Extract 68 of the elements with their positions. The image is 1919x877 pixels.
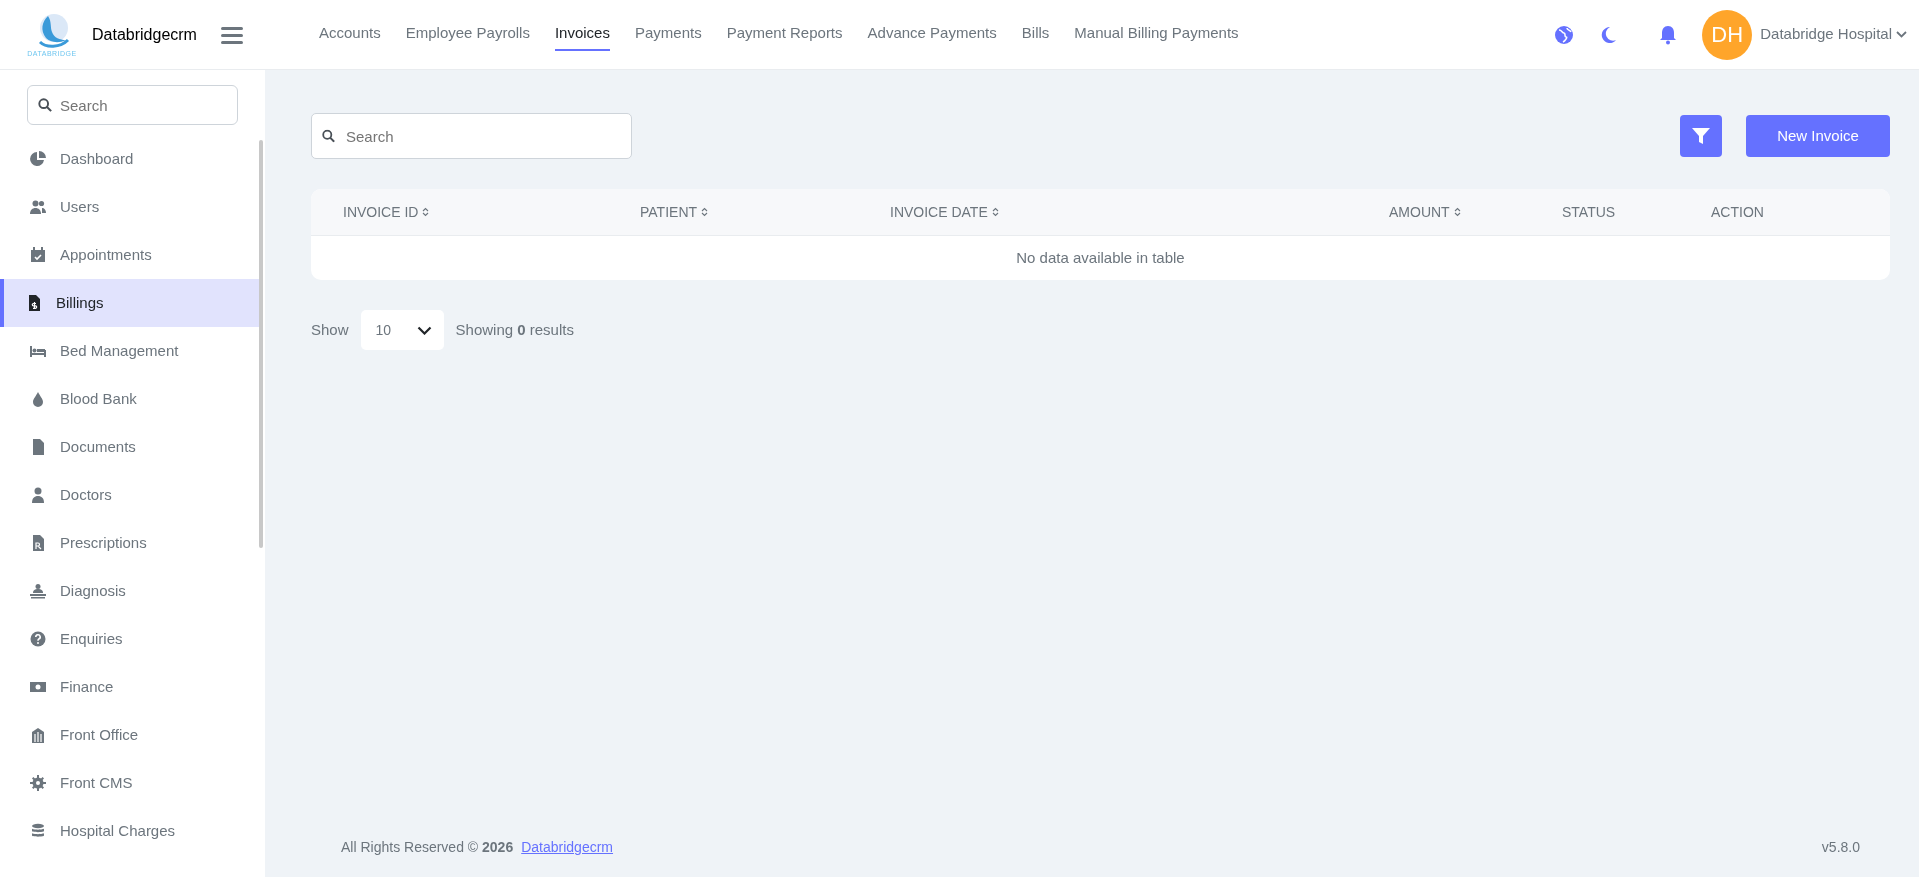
nav-tab[interactable]: Employee Payrolls	[405, 18, 530, 51]
sidebar-item[interactable]: Bed Management	[0, 327, 259, 375]
sidebar-item[interactable]: Enquiries	[0, 615, 259, 663]
column-header[interactable]: INVOICE ID	[343, 201, 419, 223]
users-icon	[30, 199, 46, 215]
sidebar-item[interactable]: Finance	[0, 663, 259, 711]
sidebar-item[interactable]: Appointments	[0, 231, 259, 279]
building-icon	[30, 727, 46, 743]
cash-icon	[30, 679, 46, 695]
filter-icon	[1692, 127, 1710, 145]
filter-button[interactable]	[1680, 115, 1722, 157]
show-label: Show	[311, 319, 349, 340]
globe-icon[interactable]	[1554, 24, 1575, 45]
sort-icon[interactable]	[701, 207, 709, 217]
patient-icon	[30, 583, 46, 599]
nav-tab[interactable]: Accounts	[319, 18, 381, 51]
column-header: ACTION	[1711, 202, 1764, 222]
user-menu[interactable]: Databridge Hospital	[1760, 23, 1907, 46]
bed-icon	[30, 343, 46, 359]
question-icon	[30, 631, 46, 647]
sort-icon[interactable]	[991, 207, 999, 217]
sidebar-item[interactable]: Hospital Charges	[0, 807, 259, 855]
copyright-text: All Rights Reserved © 2026	[341, 837, 514, 857]
sidebar-search-field[interactable]: Search	[27, 85, 238, 125]
sort-icon[interactable]	[422, 207, 430, 217]
nav-tab[interactable]: Advance Payments	[867, 18, 997, 51]
nav-tab[interactable]: Manual Billing Payments	[1074, 18, 1239, 51]
sidebar-item[interactable]: Blood Bank	[0, 375, 259, 423]
footer-link[interactable]: Databridgecrm	[521, 836, 614, 858]
sidebar-item[interactable]: Front Office	[0, 711, 259, 759]
nav-tab[interactable]: Payments	[634, 18, 702, 51]
sort-icon[interactable]	[1453, 207, 1461, 217]
pie-chart-icon	[30, 151, 46, 167]
new-invoice-button[interactable]: New Invoice	[1746, 115, 1890, 157]
doctor-icon	[30, 487, 46, 503]
nav-tab[interactable]: Bills	[1021, 18, 1050, 51]
drop-icon	[30, 391, 46, 407]
calendar-icon	[30, 247, 46, 263]
invoice-icon	[26, 295, 42, 311]
column-header[interactable]: INVOICE DATE	[890, 201, 988, 223]
search-field[interactable]: Search	[311, 113, 632, 159]
sidebar-item[interactable]: Dashboard	[0, 135, 259, 183]
chevron-icon	[416, 325, 432, 335]
brand-name: Databridgecrm	[92, 24, 198, 45]
results-summary: Showing 0 results	[455, 319, 574, 340]
prescription-icon	[30, 535, 46, 551]
nav-tab[interactable]: Payment Reports	[726, 18, 843, 51]
sidebar-item[interactable]: Diagnosis	[0, 567, 259, 615]
sidebar-item[interactable]: Users	[0, 183, 259, 231]
empty-message: No data available in table	[1015, 247, 1186, 268]
column-header: STATUS	[1562, 202, 1616, 222]
sidebar-item[interactable]: Documents	[0, 423, 259, 471]
scrollbar[interactable]	[259, 140, 263, 548]
coins-icon	[30, 823, 46, 839]
sidebar-item[interactable]: Doctors	[0, 471, 259, 519]
bell-icon[interactable]	[1658, 24, 1679, 45]
page-size-select[interactable]: 10	[360, 310, 444, 350]
document-icon	[30, 439, 46, 455]
caret-icon	[1896, 31, 1907, 38]
column-header[interactable]: AMOUNT	[1389, 201, 1450, 223]
sidebar-item[interactable]: Front CMS	[0, 759, 259, 807]
sidebar-item[interactable]: Prescriptions	[0, 519, 259, 567]
menu-icon[interactable]	[221, 25, 243, 44]
column-header[interactable]: PATIENT	[640, 201, 698, 223]
gear-icon	[30, 775, 46, 791]
sidebar-item[interactable]: Billings	[0, 279, 259, 327]
nav-tab[interactable]: Invoices	[554, 18, 610, 51]
version-text: v5.8.0	[1821, 837, 1860, 857]
